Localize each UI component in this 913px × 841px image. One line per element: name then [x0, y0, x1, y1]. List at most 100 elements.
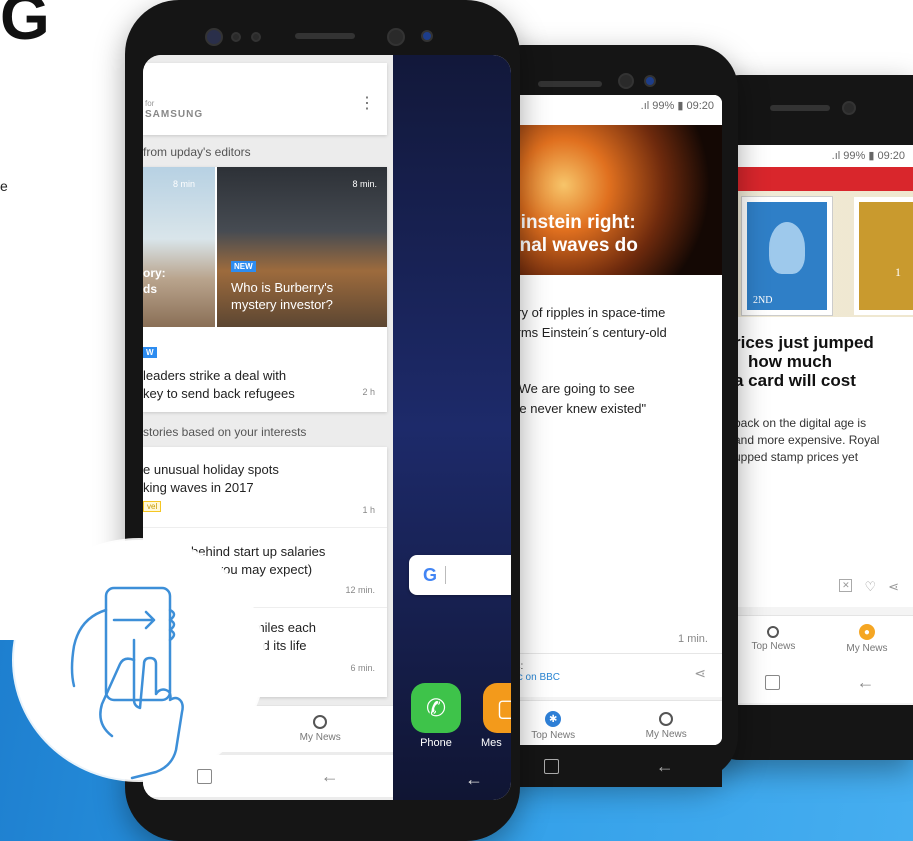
hand-swipe-icon: [70, 586, 184, 780]
section-title: from upday's editors: [143, 145, 251, 159]
speaker-grille: [770, 105, 830, 111]
headline-line: rices just jumped: [734, 333, 874, 352]
article-quote: "We are going to see we never knew exist…: [510, 379, 646, 419]
iris-led: [421, 30, 433, 42]
google-search-bar[interactable]: G: [409, 555, 511, 595]
back-icon[interactable]: ←: [321, 766, 339, 787]
tile-headline-line: mystery investor?: [231, 297, 333, 312]
corner-logo-fragment: G: [0, 0, 50, 53]
article-body: ery of ripples in space-time firms Einst…: [510, 303, 667, 343]
speaker-grille: [538, 81, 602, 87]
share-icon[interactable]: ⋖: [694, 665, 706, 682]
app-label: Phone: [420, 737, 452, 749]
nav-my-news[interactable]: ● My News: [846, 624, 888, 654]
headline-line: key to send back refugees: [143, 386, 295, 401]
article-headline[interactable]: e unusual holiday spots king waves in 20…: [143, 461, 279, 497]
article-card[interactable]: rices just jumped how much a card will c…: [726, 317, 913, 607]
back-icon[interactable]: ←: [857, 672, 875, 693]
nav-label: Top News: [531, 730, 576, 741]
tile-headline-line: ds: [143, 282, 158, 296]
section-title: stories based on your interests: [143, 425, 307, 439]
nav-my-news[interactable]: My News: [646, 712, 687, 740]
dismiss-icon[interactable]: ✕: [839, 579, 853, 592]
heart-icon[interactable]: ♡: [864, 579, 876, 595]
front-camera: [618, 73, 634, 89]
read-time: 1 min.: [678, 633, 708, 645]
proximity-sensor: [231, 32, 241, 42]
nav-label: My News: [846, 643, 888, 654]
quote-line: "We are going to see: [514, 381, 635, 396]
iris-sensor: [644, 75, 656, 87]
system-nav-bar: ←: [496, 745, 722, 787]
front-camera: [387, 28, 405, 46]
divider: [143, 527, 387, 528]
status-bar: .ıl 99% ▮ 09:20: [726, 145, 913, 167]
article-time: 2 h: [362, 387, 375, 397]
body-line: ery of ripples in space-time: [510, 305, 666, 320]
status-text: .ıl 99% ▮ 09:20: [640, 100, 714, 112]
story-tile-right[interactable]: 8 min. NEW Who is Burberry's mystery inv…: [217, 167, 387, 327]
article-card[interactable]: Einstein right: onal waves do ery of rip…: [496, 117, 722, 697]
front-camera: [842, 101, 856, 115]
quote-line: we never knew existed": [510, 401, 647, 416]
nav-my-news[interactable]: My News: [300, 715, 341, 743]
my-news-icon: [313, 715, 328, 729]
light-sensor: [251, 32, 261, 42]
back-icon[interactable]: ←: [465, 769, 483, 790]
status-bar: .ıl 99% ▮ 09:20: [496, 95, 722, 117]
nav-top-news[interactable]: Top News: [751, 626, 795, 652]
article-image: 2ND 1: [726, 167, 913, 317]
article-time: 1 h: [362, 505, 375, 515]
top-news-icon: ✱: [545, 711, 562, 727]
app-label: Mes: [481, 737, 502, 749]
story-tile-left[interactable]: 8 min ory: ds: [143, 167, 215, 327]
article-image: Einstein right: onal waves do: [496, 125, 722, 275]
bottom-nav: Top News ● My News: [726, 615, 913, 662]
new-badge: NEW: [231, 261, 256, 272]
body-line: firms Einstein´s century-old: [510, 325, 667, 340]
top-news-icon: [767, 626, 780, 638]
brand-name: SAMSUNG: [145, 109, 204, 120]
swipe-gesture-badge: [14, 540, 264, 780]
brand-for-label: for: [145, 99, 155, 108]
phone-app-icon[interactable]: ✆: [411, 683, 461, 733]
system-nav-bar: ←: [726, 661, 913, 703]
headline-line: a card will cost: [734, 371, 856, 390]
body-line: and more expensive. Royal: [734, 433, 880, 447]
body-line: upped stamp prices yet: [734, 450, 859, 464]
tile-headline: Who is Burberry's mystery investor?: [231, 279, 333, 313]
headline-line: leaders strike a deal with: [143, 368, 287, 383]
stamp-portrait: [769, 222, 805, 274]
headline-line: king waves in 2017: [143, 480, 254, 495]
editors-card: 8 min ory: ds 8 min. NEW Who is Burberry…: [143, 167, 387, 412]
new-badge: W: [143, 347, 157, 358]
headline-line: e unusual holiday spots: [143, 462, 279, 477]
side-text-fragment: e: [0, 178, 8, 194]
messages-app-icon[interactable]: ▢: [483, 683, 511, 733]
recents-icon[interactable]: [764, 674, 780, 690]
iris-sensor: [205, 28, 223, 46]
my-news-icon: ●: [858, 624, 875, 640]
more-vert-icon[interactable]: ⋮: [359, 96, 375, 112]
hero-headline: Einstein right: onal waves do: [508, 211, 638, 257]
back-icon[interactable]: ←: [656, 756, 674, 777]
article-time: 12 min.: [345, 585, 375, 595]
phone-back-screen: .ıl 99% ▮ 09:20 2ND 1 rices just jumped …: [726, 145, 913, 705]
nav-top-news[interactable]: ✱ Top News: [531, 711, 575, 741]
tile-headline-line: Who is Burberry's: [231, 280, 334, 295]
tile-time: 8 min.: [352, 179, 377, 189]
nav-label: My News: [645, 729, 687, 740]
image-red-strip: [726, 167, 913, 191]
blue-stamp: 2ND: [742, 197, 832, 315]
stamp-label: 2ND: [753, 295, 773, 306]
tile-headline-line: ory:: [143, 266, 166, 280]
home-screen: G ✆ Phone ▢ Mes ←: [393, 55, 511, 800]
google-g-icon: G: [423, 564, 438, 585]
article-headline[interactable]: leaders strike a deal with key to send b…: [143, 367, 295, 403]
recents-icon[interactable]: [544, 758, 560, 774]
article-time: 6 min.: [350, 663, 375, 673]
body-line: back on the digital age is: [734, 416, 867, 430]
nav-label: Top News: [751, 641, 796, 652]
share-icon[interactable]: ⋖: [888, 579, 899, 595]
hero-line: onal waves do: [508, 235, 638, 256]
